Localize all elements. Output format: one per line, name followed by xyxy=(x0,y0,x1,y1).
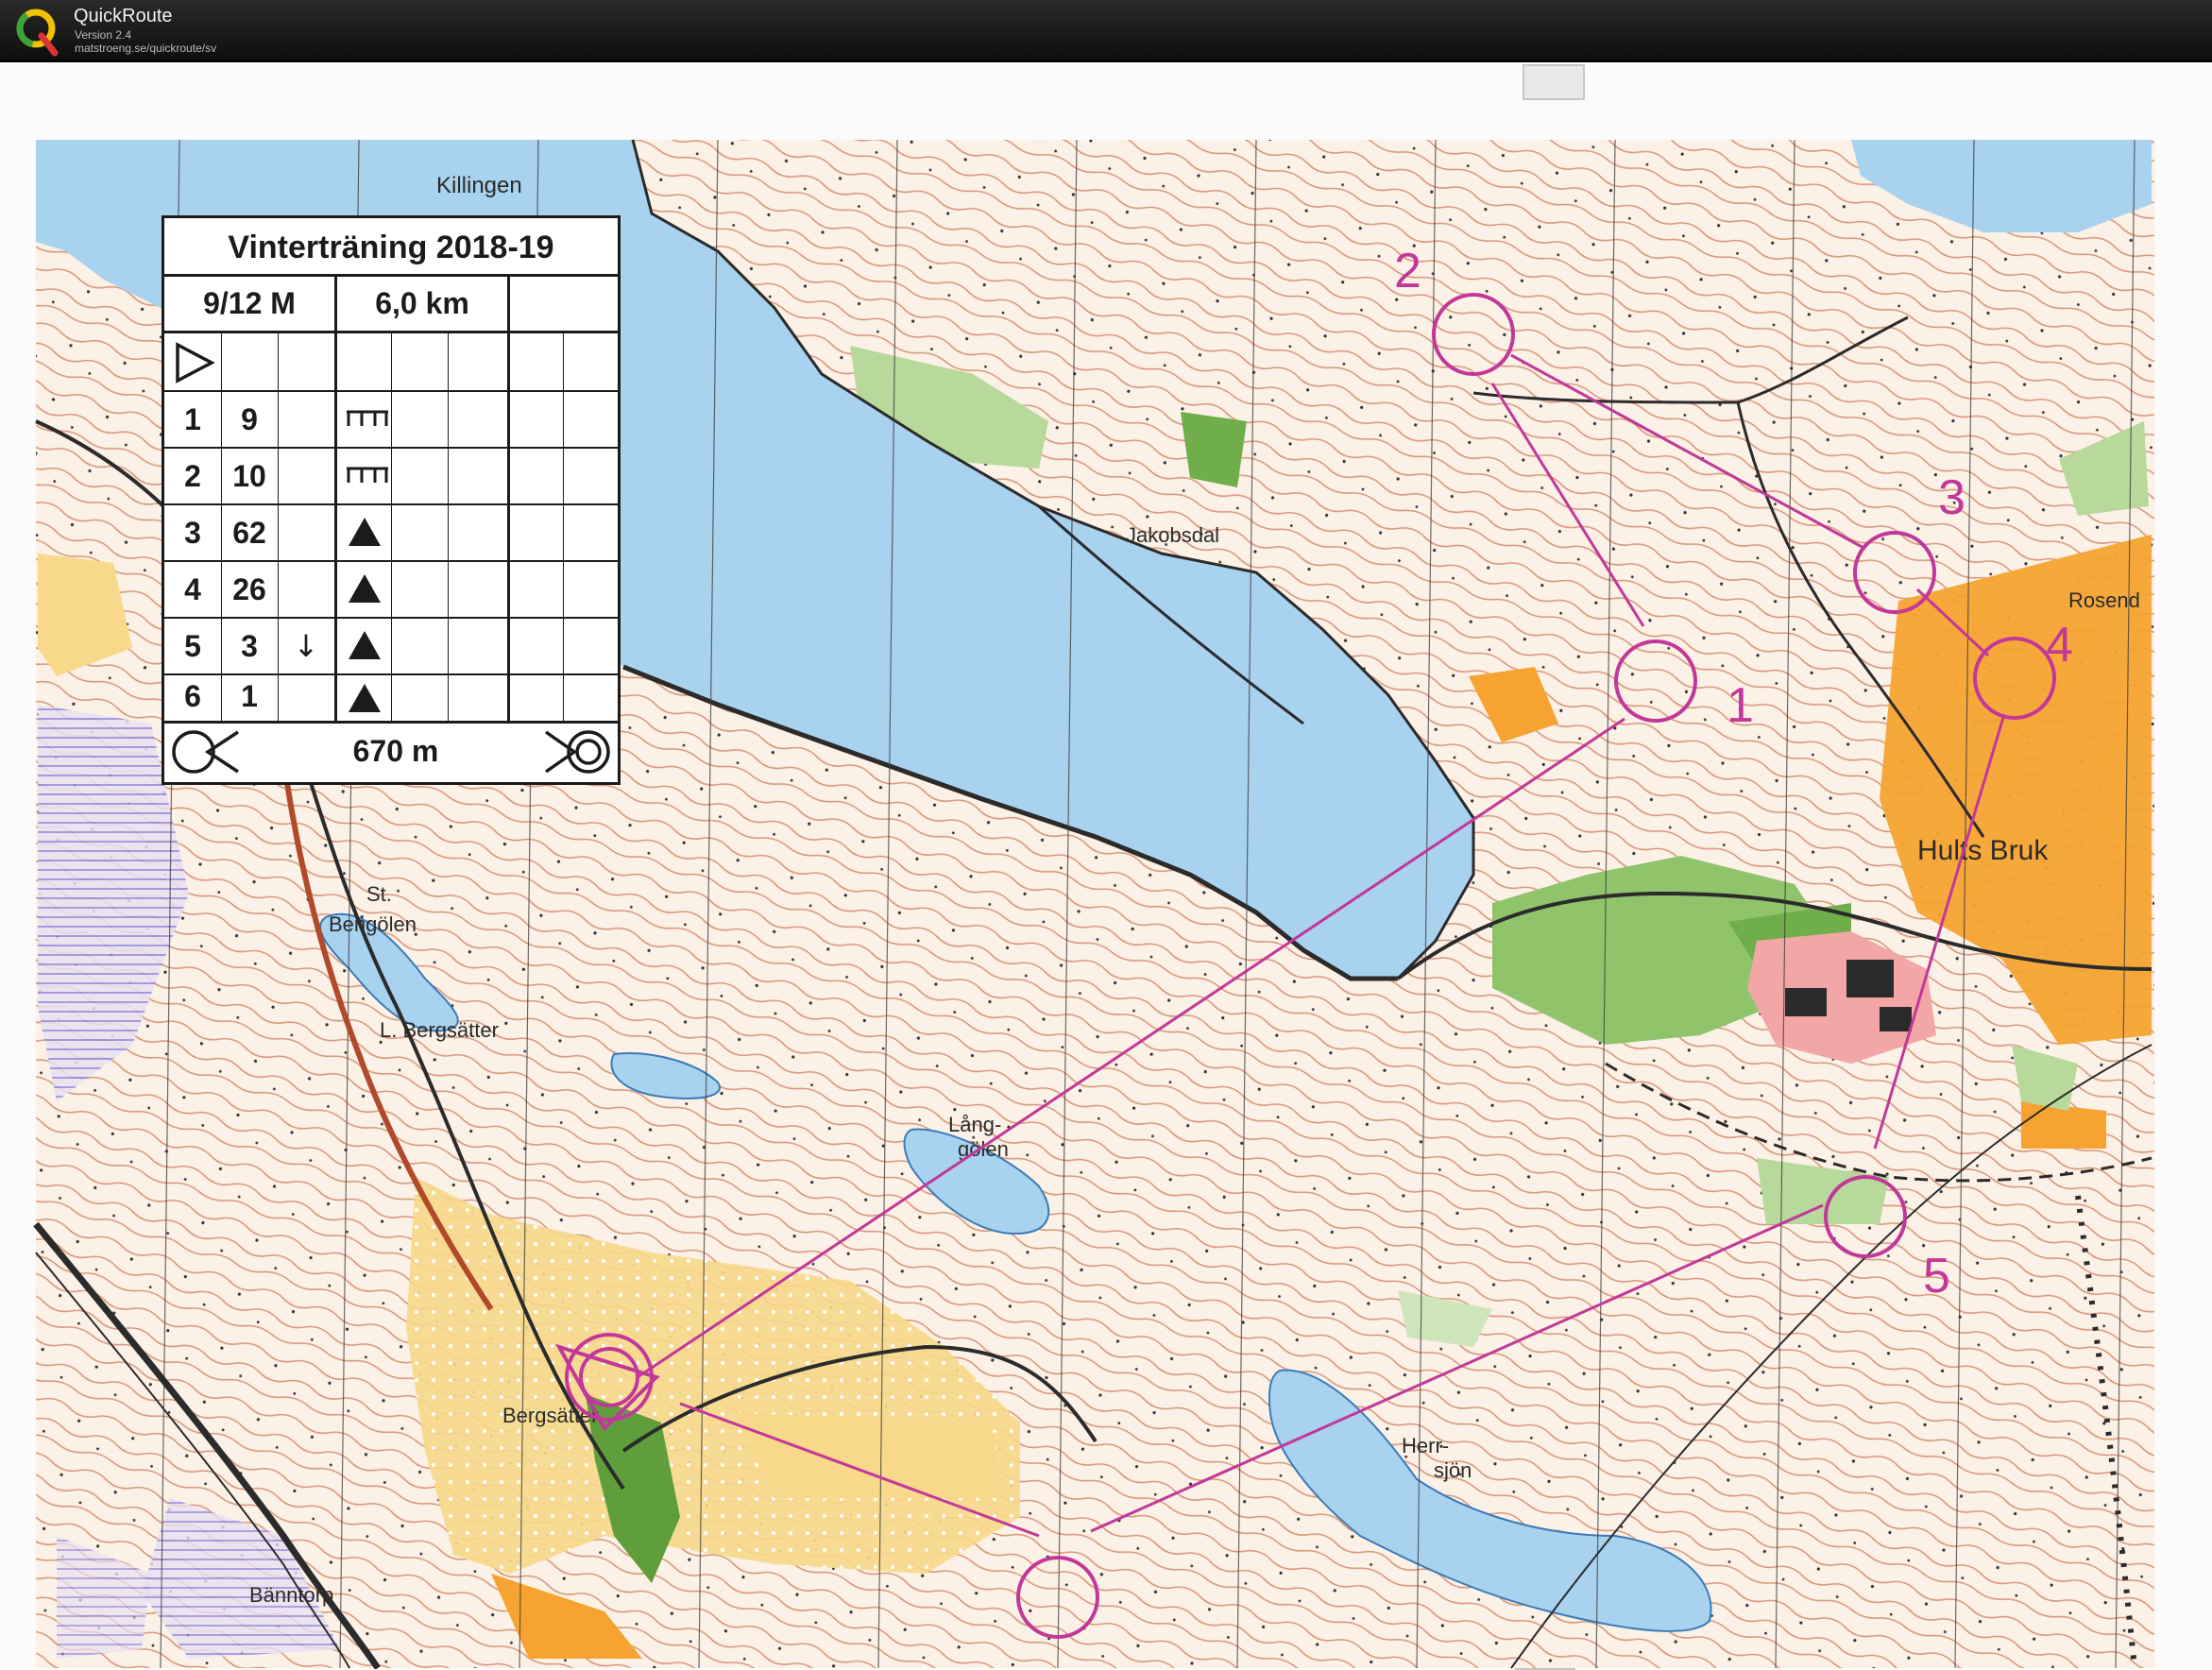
direction-arrow: ↓ xyxy=(293,628,319,664)
control-code: 9 xyxy=(241,402,258,436)
building xyxy=(1880,1007,1912,1031)
knoll-triangle-icon xyxy=(349,518,381,546)
course-card: Vinterträning 2018-19 9/12 M 6,0 km 1 9 xyxy=(162,215,621,785)
control-number: 3 xyxy=(184,516,201,550)
app-name: QuickRoute xyxy=(74,6,173,26)
title-bar: QuickRoute Version 2.4 matstroeng.se/qui… xyxy=(0,0,2212,62)
place-name-sjon: sjön xyxy=(1434,1458,1472,1482)
knoll-triangle-icon xyxy=(349,631,381,659)
place-name-herr: Herr- xyxy=(1402,1434,1449,1457)
control-number-2: 2 xyxy=(1394,244,1421,298)
finish-icon xyxy=(544,730,610,774)
place-name-banntorp: Bänntorp xyxy=(249,1583,333,1607)
control-code: 26 xyxy=(232,572,266,606)
control-code: 3 xyxy=(241,629,258,663)
app-url: matstroeng.se/quickroute/sv xyxy=(75,42,217,55)
app-version: Version 2.4 xyxy=(75,28,132,42)
place-name-hults-bruk: Hults Bruk xyxy=(1917,835,2049,866)
cliff-comb-icon xyxy=(347,467,388,483)
place-name-jakobsdal: Jakobsdal xyxy=(1126,523,1219,547)
knoll-triangle-icon xyxy=(349,574,381,603)
control-number: 5 xyxy=(184,629,201,663)
control-number-3: 3 xyxy=(1938,470,1965,525)
finish-from-last-control-icon xyxy=(172,730,239,774)
control-number-4: 4 xyxy=(2046,618,2073,673)
finish-distance: 670 m xyxy=(352,734,439,768)
place-name-bengolen: Bengölen xyxy=(329,912,417,936)
control-number-5: 5 xyxy=(1923,1249,1950,1304)
control-number-1: 1 xyxy=(1727,678,1754,733)
control-code: 62 xyxy=(232,516,266,550)
place-name-bergsatter: Bergsätter xyxy=(502,1404,599,1427)
cliff-comb-icon xyxy=(347,410,388,426)
divider xyxy=(507,277,510,331)
map-sheet: Killingen Jakobsdal Rosend Hults Bruk St… xyxy=(0,62,2212,1670)
control-number: 4 xyxy=(184,572,201,606)
control-code: 1 xyxy=(241,679,258,713)
course-date: 9/12 M xyxy=(203,286,296,320)
start-triangle-icon xyxy=(176,342,215,383)
building xyxy=(1785,988,1827,1016)
finish-row: 670 m xyxy=(164,721,618,782)
place-name-rosendal: Rosend xyxy=(2068,588,2140,612)
place-name-l-bergsatter: L. Bergsätter xyxy=(380,1018,499,1042)
place-name-killingen: Killingen xyxy=(436,173,522,198)
place-name-st: St. xyxy=(366,882,392,906)
control-code: 10 xyxy=(232,459,266,493)
control-number: 2 xyxy=(184,459,201,493)
open-land xyxy=(737,1413,1001,1498)
control-number: 1 xyxy=(184,402,201,436)
control-number: 6 xyxy=(184,679,201,713)
course-info-row: 9/12 M 6,0 km xyxy=(164,277,618,333)
course-length: 6,0 km xyxy=(375,286,469,320)
green-vegetation xyxy=(1181,412,1247,487)
knoll-triangle-icon xyxy=(349,684,381,712)
quickroute-logo-icon xyxy=(16,9,59,57)
building xyxy=(1846,960,1894,997)
place-name-lang: Lång- xyxy=(948,1113,1001,1136)
course-title: Vinterträning 2018-19 xyxy=(164,218,618,277)
